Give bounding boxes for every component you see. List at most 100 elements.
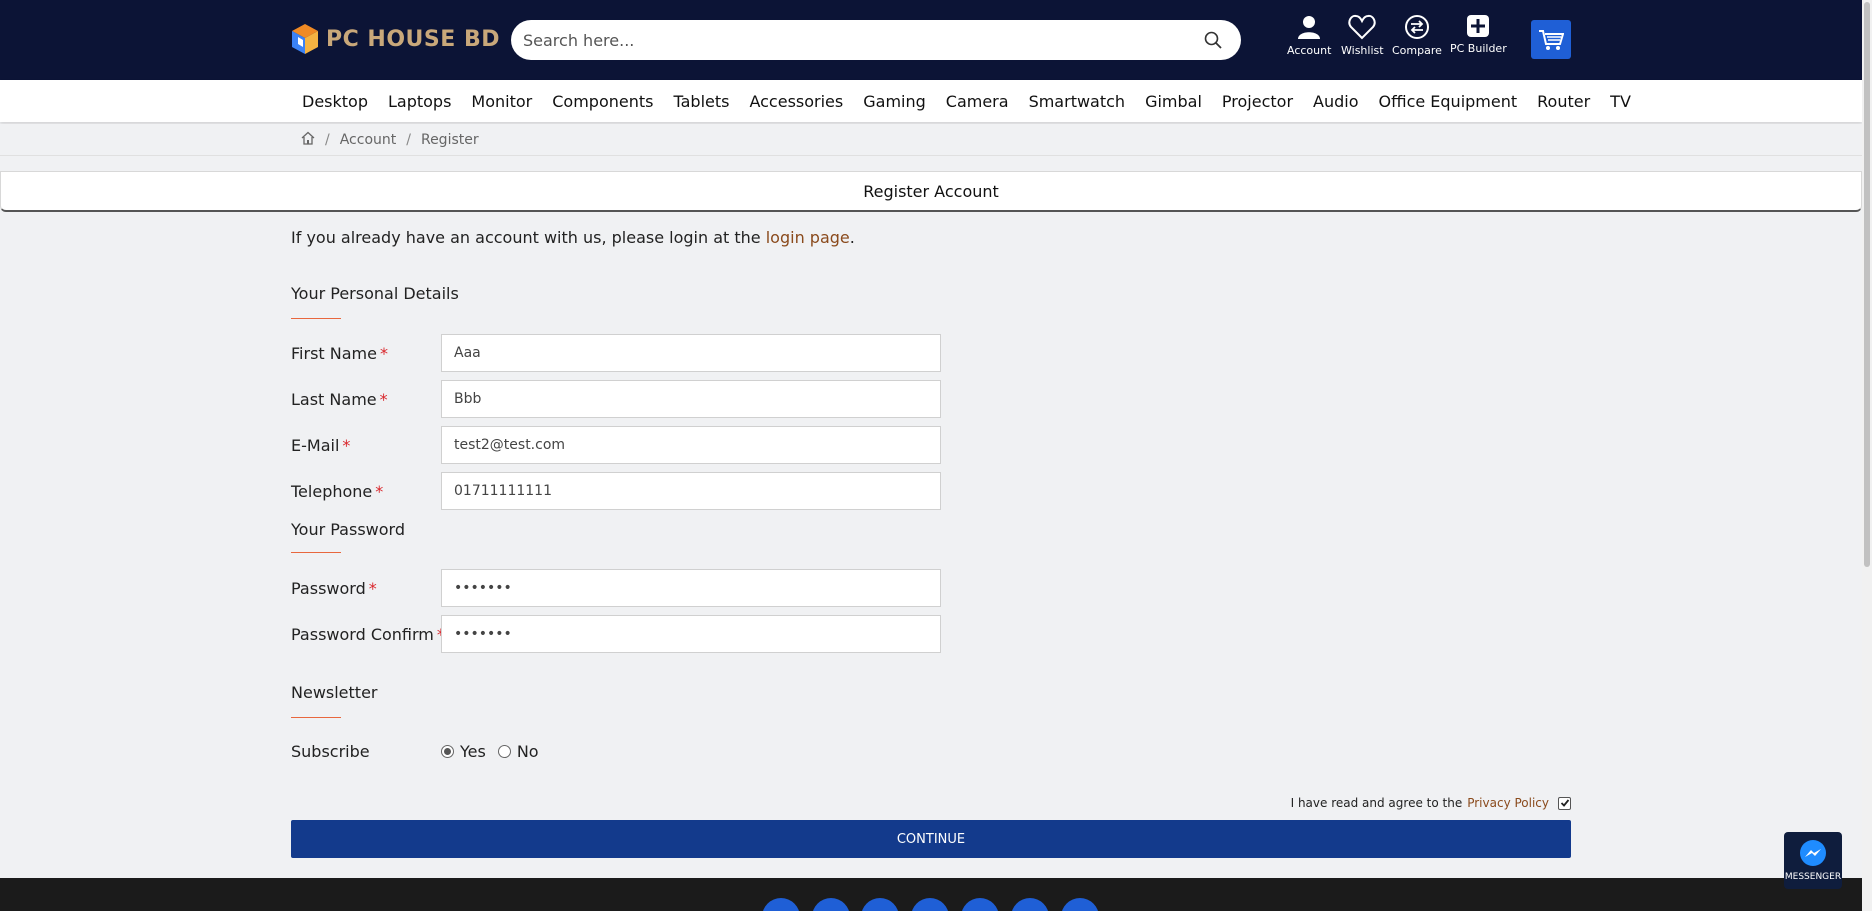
privacy-policy-link[interactable]: Privacy Policy bbox=[1467, 796, 1549, 810]
search-bar bbox=[511, 20, 1241, 60]
first-name-row: First Name * bbox=[291, 334, 941, 372]
subscribe-row: Subscribe Yes No bbox=[291, 736, 941, 766]
social-icon[interactable] bbox=[1061, 898, 1099, 911]
subscribe-no-radio[interactable]: No bbox=[497, 741, 539, 761]
logo-cube-icon bbox=[290, 23, 320, 55]
last-name-label-text: Last Name bbox=[291, 389, 377, 409]
privacy-agree: I have read and agree to the Privacy Pol… bbox=[1291, 796, 1571, 810]
wishlist-link[interactable]: Wishlist bbox=[1341, 14, 1384, 64]
category-nav: Desktop Laptops Monitor Components Table… bbox=[0, 80, 1862, 122]
nav-item-laptops[interactable]: Laptops bbox=[378, 92, 461, 111]
home-icon[interactable] bbox=[301, 131, 315, 149]
subscribe-yes-radio[interactable]: Yes bbox=[441, 742, 486, 761]
personal-details-title: Your Personal Details bbox=[291, 284, 459, 303]
subscribe-label: Subscribe bbox=[291, 741, 370, 761]
nav-item-camera[interactable]: Camera bbox=[936, 92, 1019, 111]
compare-label: Compare bbox=[1392, 44, 1442, 57]
wishlist-label: Wishlist bbox=[1341, 44, 1384, 57]
login-prompt-text: If you already have an account with us, … bbox=[291, 228, 766, 247]
last-name-label: Last Name * bbox=[291, 390, 441, 409]
messenger-label: MESSENGER bbox=[1784, 872, 1842, 882]
page-title-bar: Register Account bbox=[0, 171, 1862, 212]
first-name-label-text: First Name bbox=[291, 343, 377, 363]
account-icon bbox=[1298, 16, 1321, 39]
telephone-label-text: Telephone bbox=[291, 481, 373, 501]
account-link[interactable]: Account bbox=[1287, 14, 1331, 64]
twitter-icon[interactable] bbox=[812, 898, 850, 911]
required-mark: * bbox=[379, 343, 388, 363]
nav-item-desktop[interactable]: Desktop bbox=[292, 92, 378, 111]
agree-text: I have read and agree to the bbox=[1290, 796, 1463, 810]
login-prompt: If you already have an account with us, … bbox=[291, 228, 855, 247]
nav-item-components[interactable]: Components bbox=[542, 92, 663, 111]
facebook-icon[interactable] bbox=[762, 898, 800, 911]
first-name-field[interactable] bbox=[441, 334, 941, 372]
continue-button[interactable]: CONTINUE bbox=[291, 820, 1571, 858]
radio-unchecked[interactable] bbox=[497, 744, 511, 758]
messenger-button[interactable]: MESSENGER bbox=[1784, 832, 1842, 889]
cart-button[interactable] bbox=[1531, 20, 1571, 59]
breadcrumb-account[interactable]: Account bbox=[340, 132, 397, 148]
site-footer bbox=[0, 878, 1862, 911]
email-field[interactable] bbox=[441, 426, 941, 464]
nav-item-tv[interactable]: TV bbox=[1600, 92, 1641, 111]
required-mark: * bbox=[379, 389, 388, 409]
messenger-icon bbox=[1800, 840, 1826, 866]
nav-item-monitor[interactable]: Monitor bbox=[461, 92, 542, 111]
pc-builder-label: PC Builder bbox=[1450, 42, 1507, 55]
login-page-link[interactable]: login page bbox=[766, 228, 850, 247]
telephone-field[interactable] bbox=[441, 472, 941, 510]
radio-no-label: No bbox=[516, 741, 539, 761]
telephone-label: Telephone * bbox=[291, 482, 441, 501]
search-icon[interactable] bbox=[1193, 20, 1233, 60]
nav-item-accessories[interactable]: Accessories bbox=[739, 92, 853, 111]
breadcrumb: / Account / Register bbox=[0, 124, 1862, 156]
site-logo[interactable]: PC HOUSE BD bbox=[290, 22, 500, 56]
last-name-row: Last Name * bbox=[291, 380, 941, 418]
nav-item-projector[interactable]: Projector bbox=[1212, 92, 1303, 111]
password-confirm-row: Password Confirm* bbox=[291, 615, 941, 653]
logo-text: PC HOUSE BD bbox=[326, 26, 500, 52]
search-input[interactable] bbox=[511, 21, 1193, 59]
section-divider bbox=[291, 318, 341, 319]
page-scrollbar[interactable] bbox=[1862, 0, 1872, 911]
nav-item-router[interactable]: Router bbox=[1527, 92, 1600, 111]
email-label: E-Mail * bbox=[291, 436, 441, 455]
email-row: E-Mail * bbox=[291, 426, 941, 464]
plus-icon bbox=[1467, 15, 1490, 37]
instagram-icon[interactable] bbox=[861, 898, 899, 911]
nav-item-tablets[interactable]: Tablets bbox=[663, 92, 739, 111]
pc-builder-link[interactable]: PC Builder bbox=[1450, 14, 1507, 64]
password-label-text: Password bbox=[291, 578, 366, 598]
site-header: PC HOUSE BD Account Wishlist Compare PC … bbox=[0, 0, 1862, 80]
breadcrumb-register[interactable]: Register bbox=[421, 132, 479, 148]
nav-item-smartwatch[interactable]: Smartwatch bbox=[1019, 92, 1136, 111]
nav-item-office-equipment[interactable]: Office Equipment bbox=[1369, 92, 1528, 111]
login-prompt-end: . bbox=[849, 228, 855, 247]
last-name-field[interactable] bbox=[441, 380, 941, 418]
nav-item-gimbal[interactable]: Gimbal bbox=[1135, 92, 1212, 111]
password-confirm-field[interactable] bbox=[441, 615, 941, 653]
pinterest-icon[interactable] bbox=[1011, 898, 1049, 911]
radio-yes-label: Yes bbox=[460, 741, 486, 761]
youtube-icon[interactable] bbox=[961, 898, 999, 911]
nav-item-gaming[interactable]: Gaming bbox=[853, 92, 936, 111]
password-label: Password * bbox=[291, 579, 441, 598]
nav-item-audio[interactable]: Audio bbox=[1303, 92, 1368, 111]
agree-checkbox[interactable] bbox=[1558, 796, 1571, 810]
required-mark: * bbox=[368, 578, 377, 598]
password-section-title: Your Password bbox=[291, 520, 405, 539]
heart-icon bbox=[1348, 14, 1376, 40]
compare-icon bbox=[1404, 15, 1429, 39]
password-row: Password * bbox=[291, 569, 941, 607]
page-title: Register Account bbox=[863, 181, 999, 201]
password-confirm-label-text: Password Confirm bbox=[291, 624, 434, 644]
compare-link[interactable]: Compare bbox=[1392, 14, 1442, 64]
linkedin-icon[interactable] bbox=[911, 898, 949, 911]
telephone-row: Telephone * bbox=[291, 472, 941, 510]
required-mark: * bbox=[342, 435, 351, 455]
radio-checked[interactable] bbox=[441, 744, 454, 758]
scrollbar-thumb[interactable] bbox=[1864, 2, 1870, 567]
password-field[interactable] bbox=[441, 569, 941, 607]
email-label-text: E-Mail bbox=[291, 435, 340, 455]
